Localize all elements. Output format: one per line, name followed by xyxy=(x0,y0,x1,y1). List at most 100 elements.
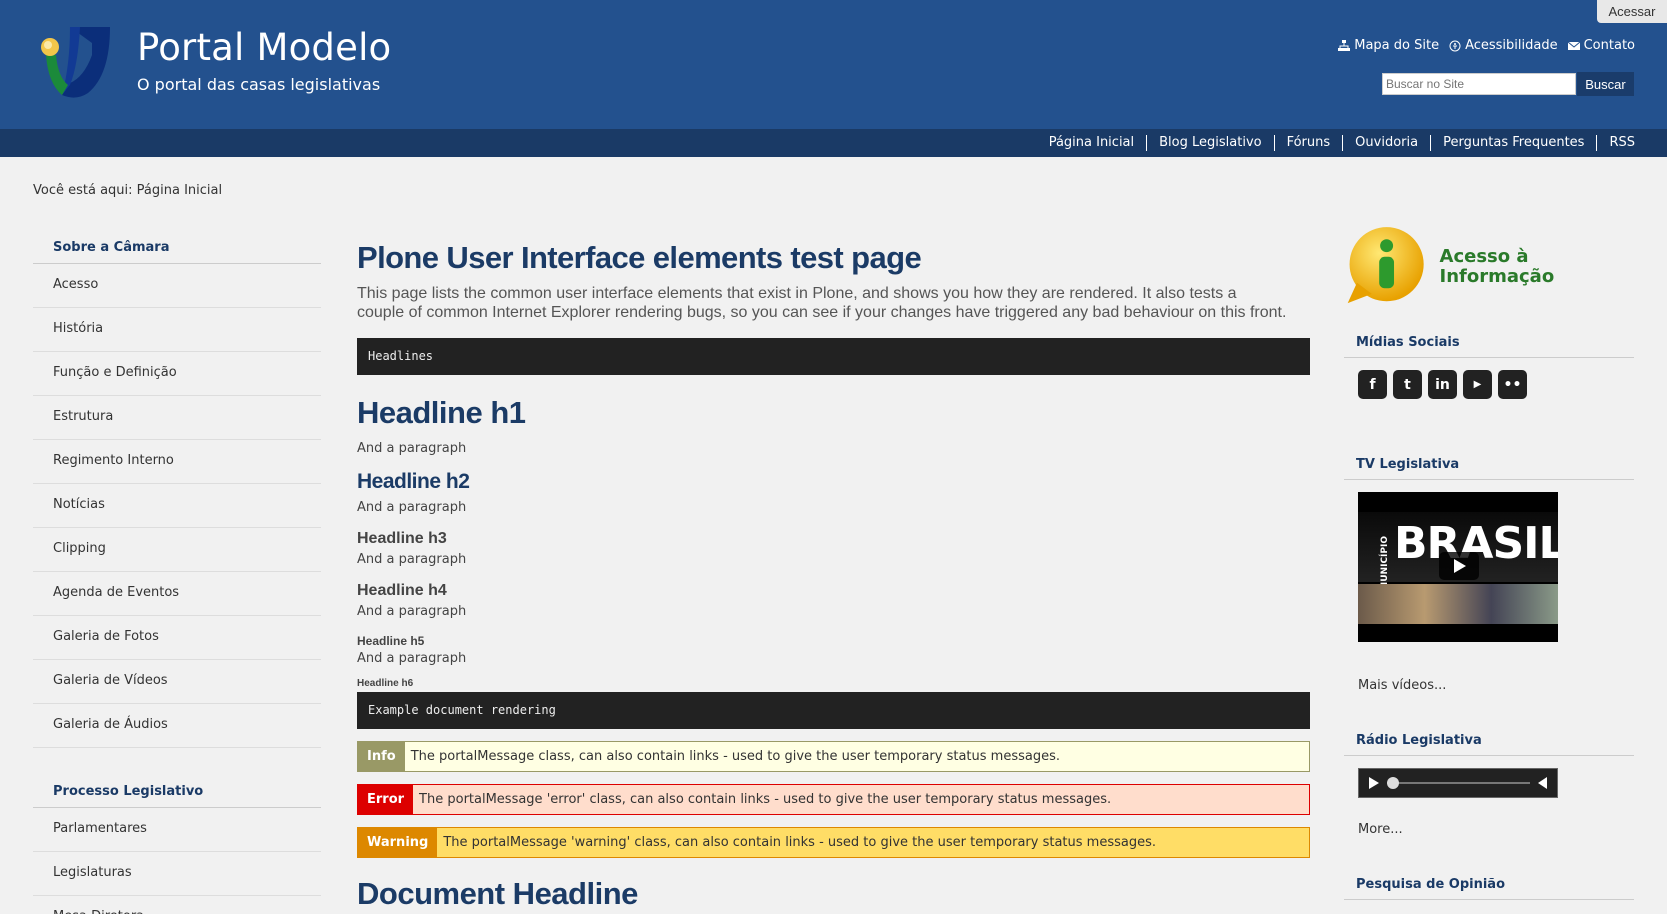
paragraph-5: And a paragraph xyxy=(357,651,467,666)
page-title: Plone User Interface elements test page xyxy=(357,240,922,275)
accessibility-link[interactable]: Acessibilidade xyxy=(1449,38,1558,53)
tv-video-player[interactable]: MUNICÍPIO BRASIL xyxy=(1358,492,1558,642)
right-column: Acesso à Informação Mídias Sociais f t i… xyxy=(1344,222,1634,900)
sidebar-item-mesa[interactable]: Mesa Diretora xyxy=(33,896,321,914)
sidebar-item-clipping[interactable]: Clipping xyxy=(33,528,321,572)
headline-h2: Headline h2 xyxy=(357,470,470,493)
main-content: Plone User Interface elements test page … xyxy=(357,240,1310,912)
tv-side-label: MUNICÍPIO xyxy=(1380,536,1390,591)
more-videos-link[interactable]: Mais vídeos... xyxy=(1344,678,1634,693)
sidebar-item-videos[interactable]: Galeria de Vídeos xyxy=(33,660,321,704)
sidebar-item-historia[interactable]: História xyxy=(33,308,321,352)
nav-home[interactable]: Página Inicial xyxy=(1037,135,1146,151)
poll-heading: Pesquisa de Opinião xyxy=(1344,877,1634,900)
acesso-informacao-banner[interactable]: Acesso à Informação xyxy=(1344,222,1634,312)
headline-h3: Headline h3 xyxy=(357,530,447,547)
linkedin-icon[interactable]: in xyxy=(1428,370,1457,399)
headline-h6: Headline h6 xyxy=(357,678,414,689)
search-input[interactable] xyxy=(1382,73,1576,95)
breadcrumb: Você está aqui: Página Inicial xyxy=(33,183,222,198)
flickr-icon[interactable]: •• xyxy=(1498,370,1527,399)
sitemap-label: Mapa do Site xyxy=(1354,38,1440,53)
login-button[interactable]: Acessar xyxy=(1597,0,1667,23)
acesso-informacao-text: Acesso à Informação xyxy=(1439,246,1555,287)
main-nav: Página Inicial Blog Legislativo Fóruns O… xyxy=(0,129,1667,157)
nav-forums[interactable]: Fóruns xyxy=(1273,135,1343,151)
headline-h1: Headline h1 xyxy=(357,395,526,430)
envelope-icon xyxy=(1567,41,1580,50)
sidebar-item-regimento[interactable]: Regimento Interno xyxy=(33,440,321,484)
warning-message: Warning The portalMessage 'warning' clas… xyxy=(357,827,1310,858)
site-subtitle: O portal das casas legislativas xyxy=(137,75,381,94)
audio-progress-handle[interactable] xyxy=(1387,777,1399,789)
sidebar-item-noticias[interactable]: Notícias xyxy=(33,484,321,528)
paragraph-2: And a paragraph xyxy=(357,500,467,515)
left-sidebar: Sobre a Câmara Acesso História Função e … xyxy=(33,230,321,914)
code-block-example: Example document rendering xyxy=(357,692,1310,729)
warning-text-start: The portalMessage 'warning' class, can a… xyxy=(443,835,782,850)
site-title[interactable]: Portal Modelo xyxy=(137,26,391,69)
paragraph-3: And a paragraph xyxy=(357,552,467,567)
accessibility-icon xyxy=(1449,40,1461,51)
social-icons: f t in ▶ •• xyxy=(1344,358,1634,411)
error-label: Error xyxy=(358,785,414,814)
paragraph-1: And a paragraph xyxy=(357,441,467,456)
page-description: This page lists the common user interfac… xyxy=(357,285,1287,321)
error-text-end: - used to give the user temporary status… xyxy=(774,792,1112,807)
headline-h5: Headline h5 xyxy=(357,634,425,648)
more-radio-link[interactable]: More... xyxy=(1344,822,1634,837)
error-link[interactable]: links xyxy=(740,792,770,807)
contact-label: Contato xyxy=(1583,38,1635,53)
warning-link[interactable]: links xyxy=(785,835,815,850)
warning-label: Warning xyxy=(358,828,438,857)
paragraph-4: And a paragraph xyxy=(357,604,467,619)
play-icon[interactable] xyxy=(1369,777,1379,789)
breadcrumb-prefix: Você está aqui: xyxy=(33,183,133,198)
youtube-icon[interactable]: ▶ xyxy=(1463,370,1492,399)
document-headline: Document Headline xyxy=(357,876,638,911)
error-text-start: The portalMessage 'error' class, can als… xyxy=(419,792,737,807)
sidebar-heading-camara[interactable]: Sobre a Câmara xyxy=(33,230,321,264)
sidebar-item-legislaturas[interactable]: Legislaturas xyxy=(33,852,321,896)
audio-progress-bar[interactable] xyxy=(1387,777,1530,789)
tv-heading: TV Legislativa xyxy=(1344,457,1634,480)
social-media-heading: Mídias Sociais xyxy=(1344,335,1634,358)
nav-blog[interactable]: Blog Legislativo xyxy=(1146,135,1273,151)
site-actions: Mapa do Site Acessibilidade Contato xyxy=(1338,38,1635,53)
accessibility-label: Acessibilidade xyxy=(1465,38,1558,53)
sidebar-item-acesso[interactable]: Acesso xyxy=(33,264,321,308)
sidebar-item-estrutura[interactable]: Estrutura xyxy=(33,396,321,440)
nav-faq[interactable]: Perguntas Frequentes xyxy=(1430,135,1596,151)
nav-ouvidoria[interactable]: Ouvidoria xyxy=(1342,135,1430,151)
info-label: Info xyxy=(358,742,405,771)
info-bubble-icon xyxy=(1347,227,1424,304)
sidebar-item-audios[interactable]: Galeria de Áudios xyxy=(33,704,321,748)
sidebar-item-fotos[interactable]: Galeria de Fotos xyxy=(33,616,321,660)
sidebar-item-parlamentares[interactable]: Parlamentares xyxy=(33,808,321,852)
audio-player xyxy=(1358,768,1558,798)
headline-h4: Headline h4 xyxy=(357,582,447,599)
site-header: Acessar Portal Modelo O portal das casas… xyxy=(0,0,1667,129)
info-text-start: The portalMessage class, can also contai… xyxy=(410,749,686,764)
error-message: Error The portalMessage 'error' class, c… xyxy=(357,784,1310,815)
warning-text-end: - used to give the user temporary status… xyxy=(819,835,1156,850)
nav-rss[interactable]: RSS xyxy=(1596,135,1647,151)
twitter-icon[interactable]: t xyxy=(1393,370,1422,399)
contact-link[interactable]: Contato xyxy=(1567,38,1635,53)
facebook-icon[interactable]: f xyxy=(1358,370,1387,399)
sitemap-link[interactable]: Mapa do Site xyxy=(1338,38,1439,53)
sitemap-icon xyxy=(1338,39,1351,51)
sidebar-item-funcao[interactable]: Função e Definição xyxy=(33,352,321,396)
volume-icon[interactable] xyxy=(1538,777,1547,789)
sidebar-heading-processo[interactable]: Processo Legislativo xyxy=(33,774,321,808)
breadcrumb-home[interactable]: Página Inicial xyxy=(137,183,222,198)
info-text-end: - used to give the user temporary status… xyxy=(723,749,1060,764)
portal-logo-icon[interactable] xyxy=(40,25,112,100)
search-button[interactable]: Buscar xyxy=(1577,72,1634,96)
sidebar-item-agenda[interactable]: Agenda de Eventos xyxy=(33,572,321,616)
radio-heading: Rádio Legislativa xyxy=(1344,733,1634,756)
info-message: Info The portalMessage class, can also c… xyxy=(357,741,1310,772)
info-link[interactable]: links xyxy=(689,749,719,764)
code-block-headlines: Headlines xyxy=(357,338,1310,375)
play-icon[interactable] xyxy=(1439,552,1479,580)
